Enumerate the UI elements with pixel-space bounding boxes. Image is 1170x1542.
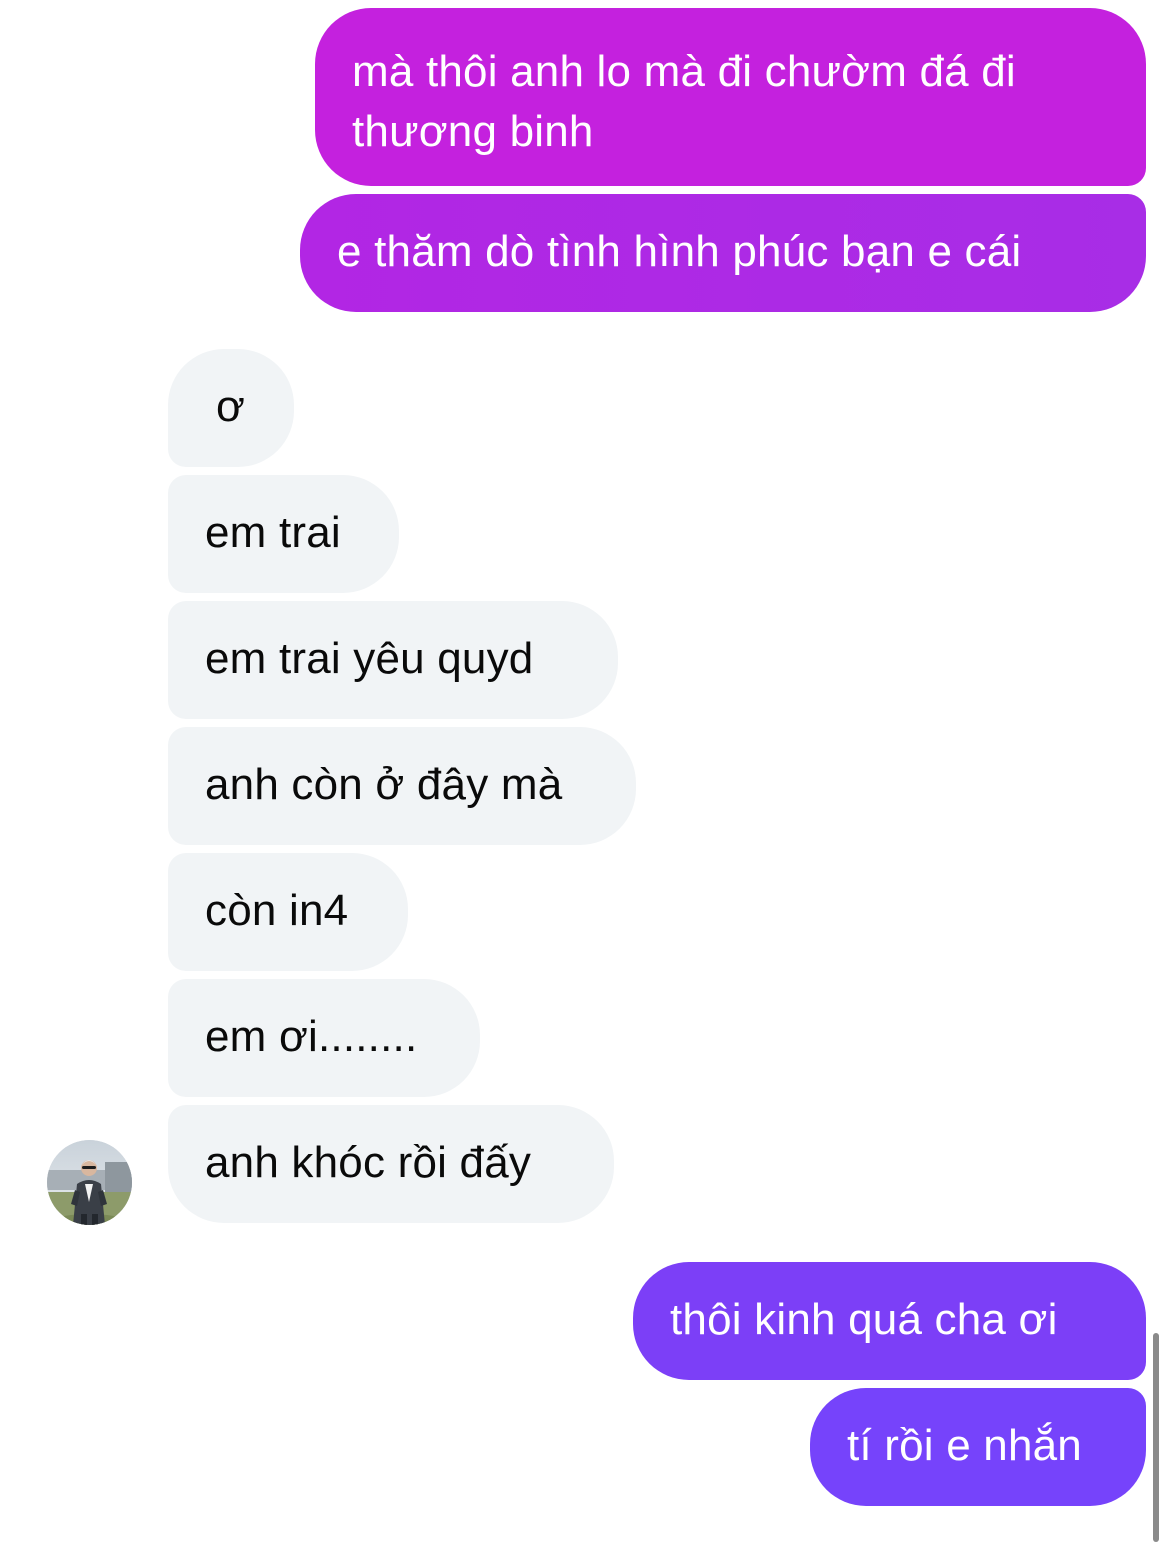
incoming-message[interactable]: em trai [168,475,399,593]
incoming-message[interactable]: anh khóc rồi đấy [168,1105,614,1223]
contact-avatar-icon[interactable] [47,1140,132,1225]
incoming-message[interactable]: ơ [168,349,294,467]
incoming-message[interactable]: em trai yêu quyd [168,601,618,719]
outgoing-message[interactable]: e thăm dò tình hình phúc bạn e cái [300,194,1146,312]
outgoing-message[interactable]: tí rồi e nhắn [810,1388,1146,1506]
incoming-message[interactable]: anh còn ở đây mà [168,727,636,845]
outgoing-message[interactable]: thôi kinh quá cha ơi [633,1262,1146,1380]
avatar-photo-icon [47,1140,132,1225]
outgoing-message[interactable]: mà thôi anh lo mà đi chườm đá đi thương … [315,8,1146,186]
scrollbar[interactable] [1153,1333,1159,1542]
incoming-message[interactable]: còn in4 [168,853,408,971]
message-thread[interactable]: mà thôi anh lo mà đi chườm đá đi thương … [0,0,1170,1542]
incoming-message[interactable]: em ơi........ [168,979,480,1097]
